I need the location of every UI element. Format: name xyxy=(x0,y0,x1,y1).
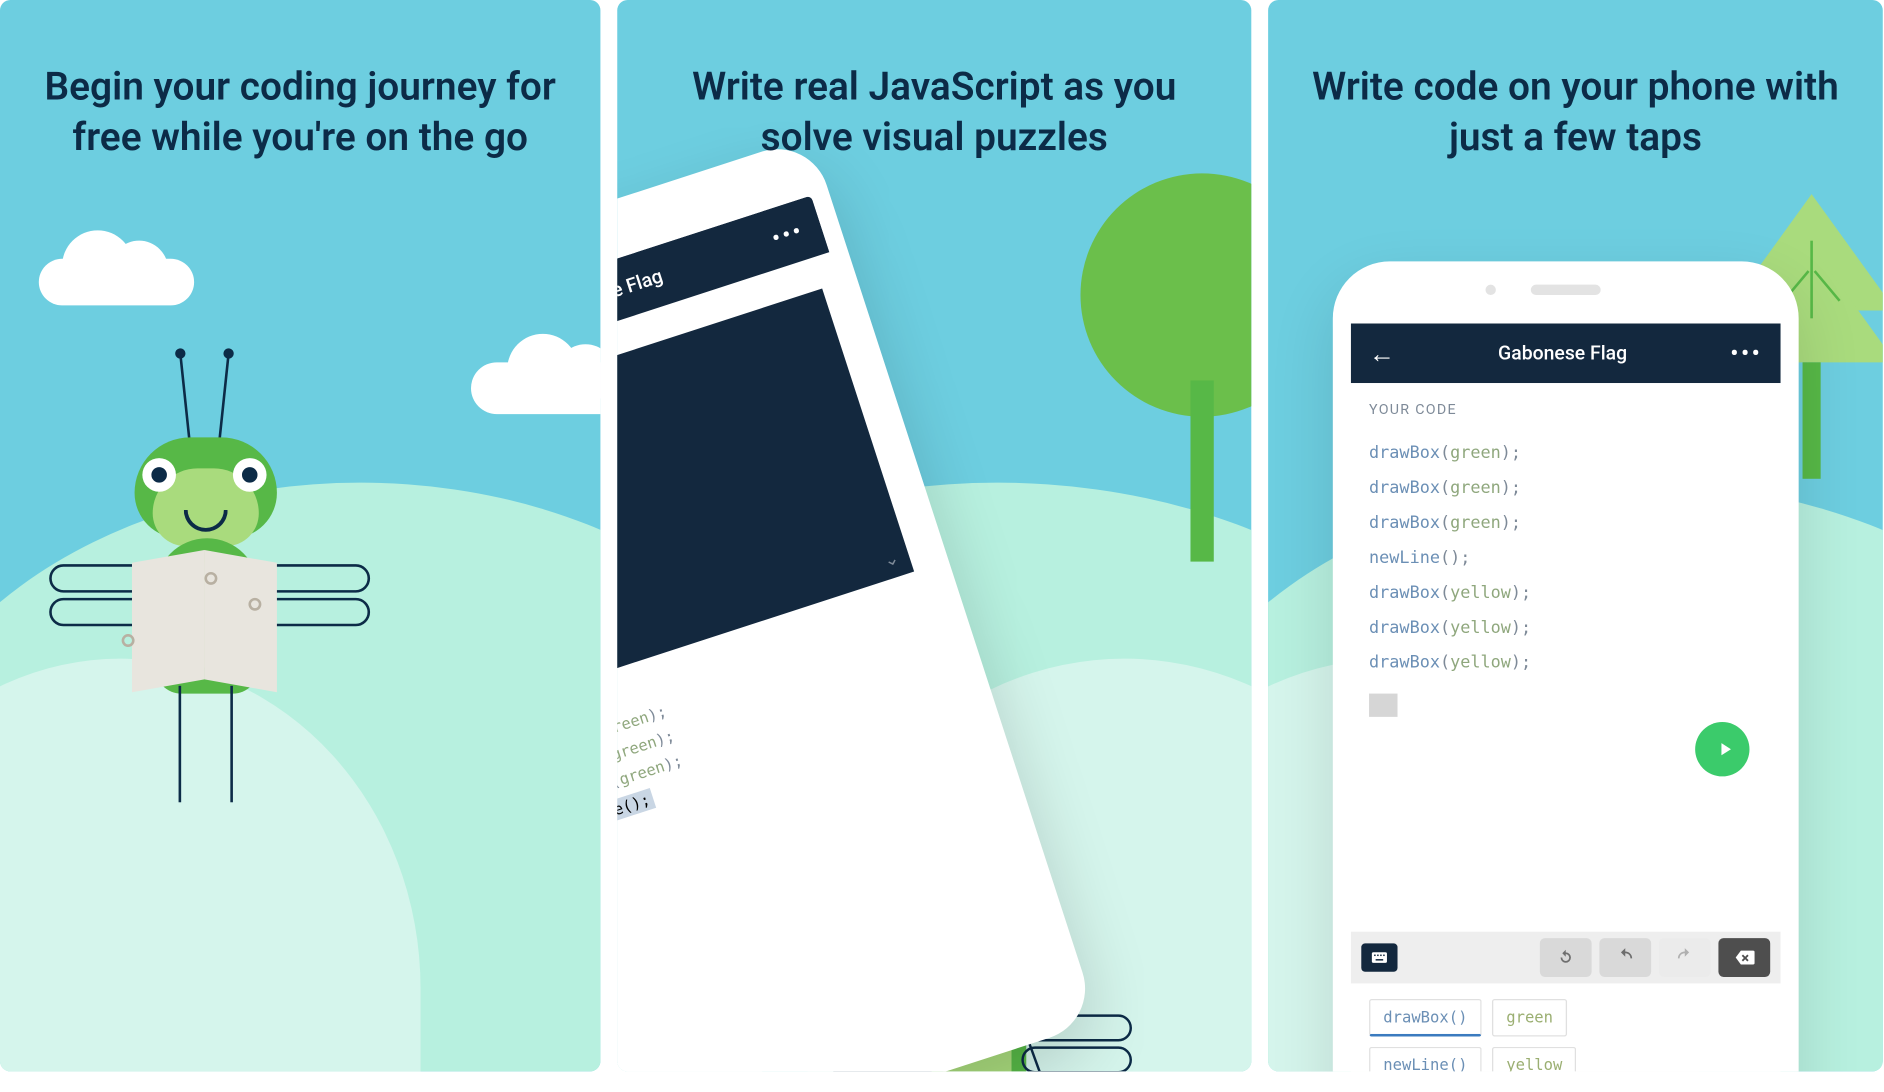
phone-screen: ← Gabonese Flag ••• YOUR CODE drawBox(gr… xyxy=(1351,324,1781,1072)
code-chip[interactable]: yellow xyxy=(1492,1047,1577,1072)
app-bar: ← Gabonese Flag ••• xyxy=(1351,324,1781,384)
code-chips-row: drawBox() green xyxy=(1351,994,1781,1042)
code-chip[interactable]: drawBox() xyxy=(1369,999,1482,1037)
more-icon[interactable]: ••• xyxy=(768,216,807,252)
promo-panel-1: Begin your coding journey for free while… xyxy=(0,0,600,1071)
delete-button[interactable] xyxy=(1718,938,1770,977)
chevron-down-icon[interactable]: ⌄ xyxy=(881,548,902,572)
editor-toolbar xyxy=(1351,932,1781,984)
panel-headline: Write code on your phone with just a few… xyxy=(1268,0,1883,163)
backspace-icon xyxy=(1734,947,1755,968)
redo-button[interactable] xyxy=(1659,938,1711,977)
reset-icon xyxy=(1555,947,1576,968)
cursor-placeholder xyxy=(1369,694,1397,717)
reset-button[interactable] xyxy=(1540,938,1592,977)
undo-button[interactable] xyxy=(1599,938,1651,977)
code-chip[interactable]: newLine() xyxy=(1369,1047,1482,1072)
code-chip[interactable]: green xyxy=(1492,999,1567,1037)
promo-panel-3: Write code on your phone with just a few… xyxy=(1268,0,1883,1071)
undo-icon xyxy=(1615,947,1636,968)
panel-headline: Write real JavaScript as you solve visua… xyxy=(617,0,1251,163)
app-title: Gabonese Flag xyxy=(1395,342,1730,365)
cloud-decoration xyxy=(39,259,194,306)
code-line: drawBox(green); xyxy=(1369,436,1762,471)
cloud-decoration xyxy=(471,362,600,414)
code-chips-row: newLine() yellow xyxy=(1351,1042,1781,1072)
promo-panel-2: Write real JavaScript as you solve visua… xyxy=(617,0,1251,1071)
keyboard-icon[interactable] xyxy=(1361,943,1397,971)
panel-headline: Begin your coding journey for free while… xyxy=(0,0,600,163)
code-line: drawBox(yellow); xyxy=(1369,611,1762,646)
code-label: YOUR CODE xyxy=(1351,383,1781,426)
redo-icon xyxy=(1674,947,1695,968)
phone-mockup: ← Gabonese Flag ••• YOUR CODE drawBox(gr… xyxy=(1333,261,1799,1071)
map-prop xyxy=(132,556,287,685)
play-icon xyxy=(1714,739,1735,760)
code-line: drawBox(green); xyxy=(1369,506,1762,541)
run-button[interactable] xyxy=(1695,722,1749,776)
code-line: drawBox(yellow); xyxy=(1369,576,1762,611)
grasshopper-illustration xyxy=(80,427,339,699)
code-editor[interactable]: drawBox(green); drawBox(green); drawBox(… xyxy=(1351,426,1781,932)
tree-decoration xyxy=(1080,173,1251,416)
code-line: drawBox(green); xyxy=(1369,471,1762,506)
app-store-screenshots: Begin your coding journey for free while… xyxy=(0,0,1883,1071)
code-line: drawBox(yellow); xyxy=(1369,646,1762,681)
code-line: newLine(); xyxy=(1369,541,1762,576)
more-icon[interactable]: ••• xyxy=(1730,340,1762,367)
back-icon[interactable]: ← xyxy=(1369,337,1395,369)
